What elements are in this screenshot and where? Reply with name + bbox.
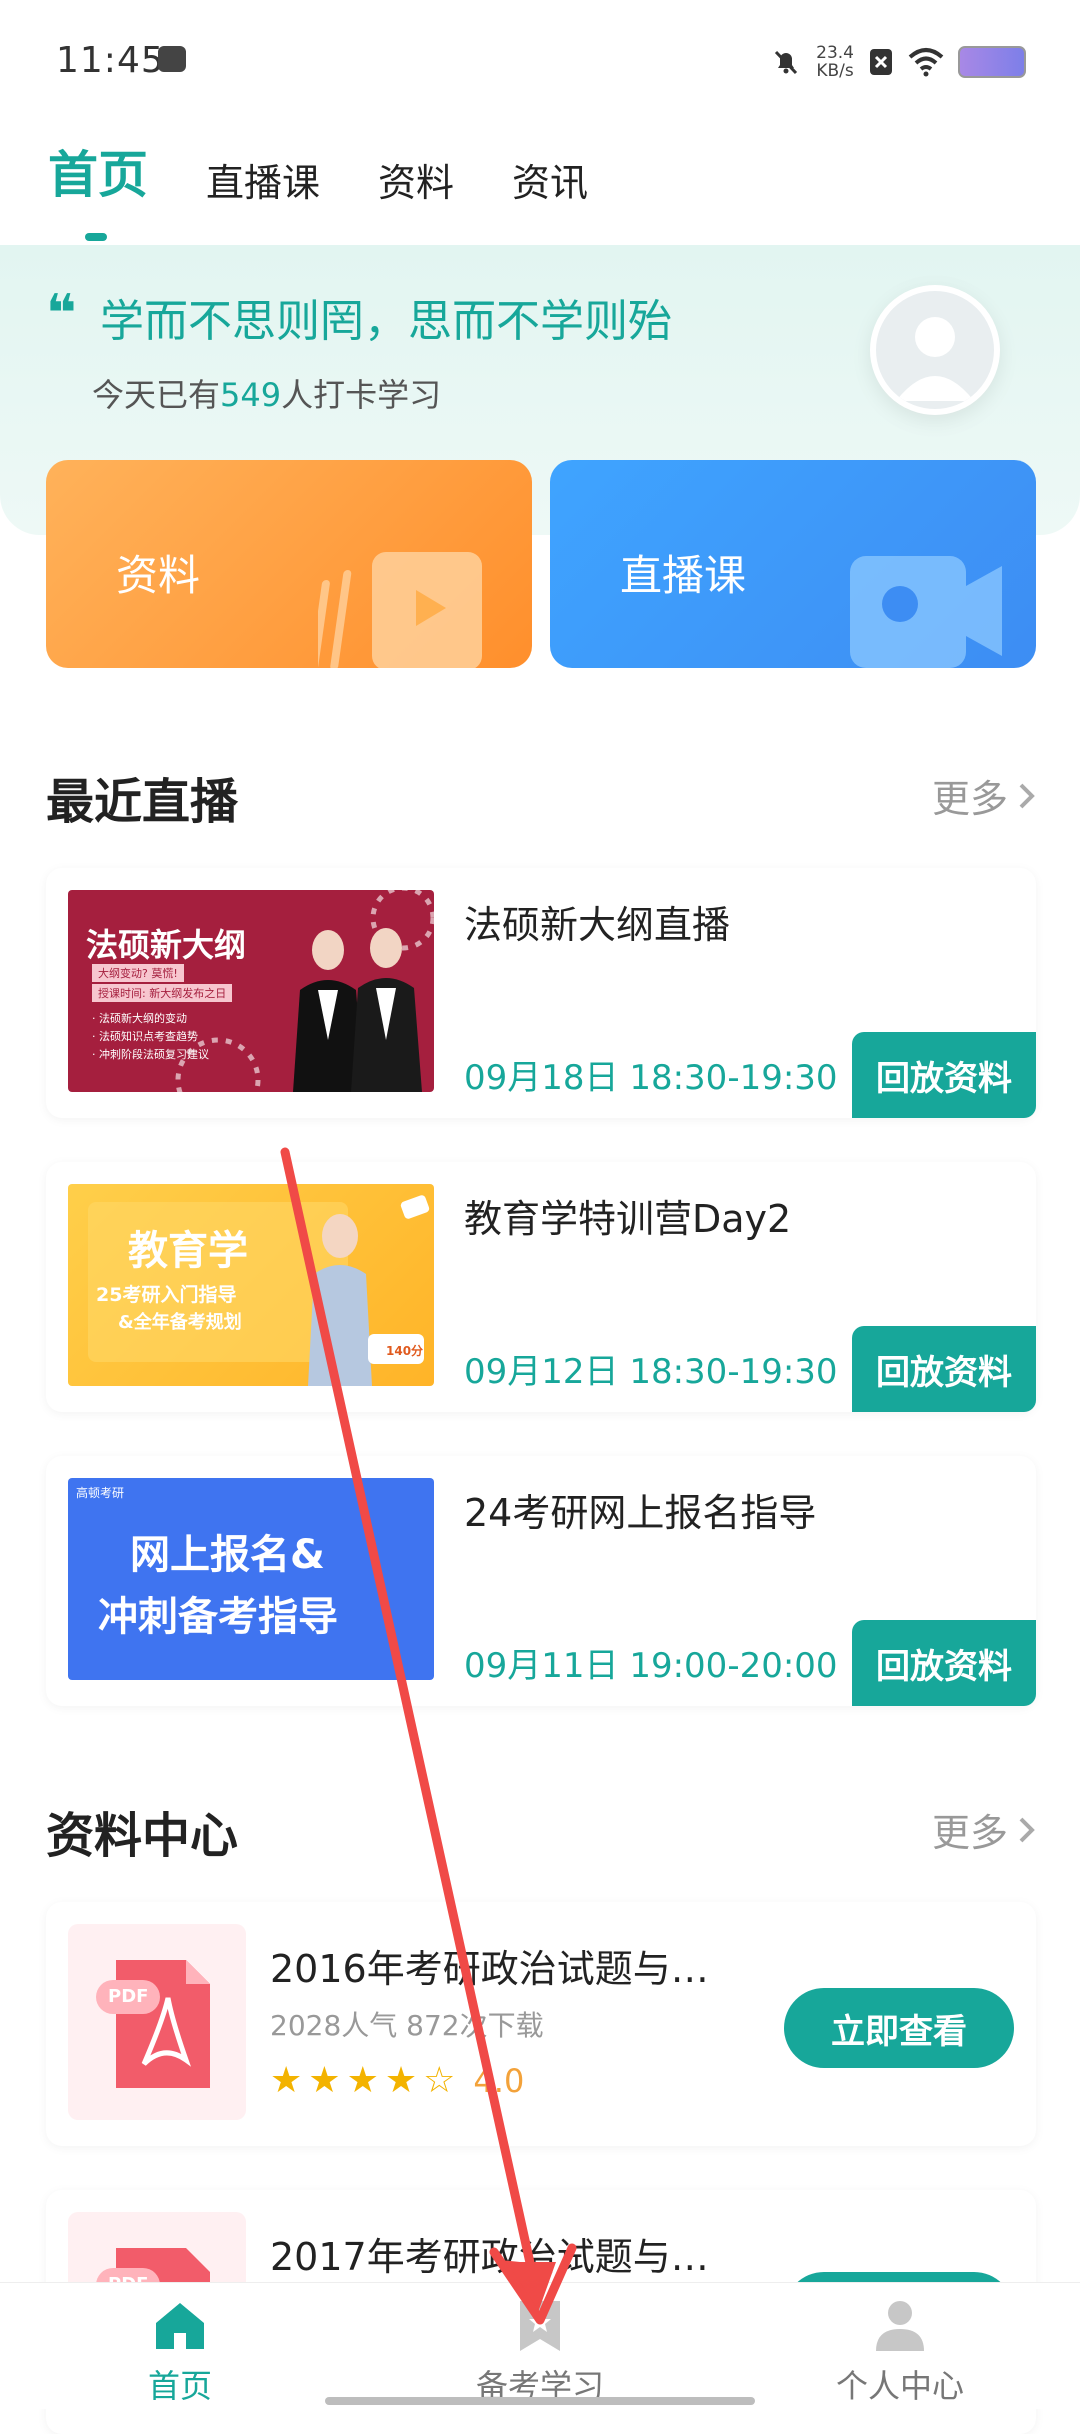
user-avatar[interactable] [870, 285, 1000, 415]
resource-center-more-link[interactable]: 更多 [932, 1802, 1036, 1857]
nav-profile[interactable]: 个人中心 [780, 2283, 1020, 2407]
live-time: 09月12日 18:30-19:30 [464, 1352, 838, 1392]
materials-card-label: 资料 [116, 551, 201, 600]
thumb-line: · 冲刺阶段法硕复习建议 [92, 1048, 209, 1061]
pdf-file-icon [96, 1960, 210, 2088]
pdf-thumbnail: PDF [68, 1924, 246, 2120]
more-label: 更多 [931, 777, 1008, 821]
network-speed: 23.4 KB/s [816, 44, 854, 80]
materials-card[interactable]: 资料 [46, 460, 532, 668]
nav-home-label: 首页 [147, 2367, 212, 2405]
live-thumbnail: 教育学 25考研入门指导 &全年备考规划 140分 [68, 1184, 434, 1386]
star-empty-icon: ☆ [423, 2060, 456, 2101]
thumb-line: 大纲变动? 莫慌! [92, 964, 184, 982]
tab-materials[interactable]: 资料 [378, 152, 454, 207]
live-course-card-label: 直播课 [620, 551, 747, 600]
nav-profile-label: 个人中心 [835, 2367, 964, 2405]
nav-home[interactable]: 首页 [60, 2283, 300, 2407]
bottom-navigation: 首页 备考学习 个人中心 [0, 2282, 1080, 2409]
star-filled-icon: ★ [346, 2060, 379, 2101]
thumb-headline: 网上报名& [130, 1532, 325, 1578]
mute-bell-icon [775, 50, 798, 75]
status-time: 11:45 [56, 40, 165, 81]
resource-title: 2017年考研政治试题与… [270, 2235, 709, 2279]
star-filled-icon: ★ [384, 2060, 418, 2101]
more-label: 更多 [931, 1811, 1008, 1855]
home-indicator [325, 2397, 755, 2405]
checkin-count: 549 [220, 376, 282, 414]
resource-title: 2016年考研政治试题与… [270, 1947, 709, 1991]
live-time: 09月11日 19:00-20:00 [464, 1646, 838, 1686]
live-item[interactable]: 法硕新大纲 大纲变动? 莫慌! 授课时间: 新大纲发布之日 · 法硕新大纲的变动… [46, 868, 1036, 1118]
checkin-suffix: 人打卡学习 [281, 376, 442, 414]
thumb-line: · 法硕知识点考查趋势 [92, 1030, 198, 1043]
speed-value: 23.4 [816, 43, 854, 63]
checkin-prefix: 今天已有 [92, 376, 221, 414]
status-icons: 23.4 KB/s [770, 44, 1026, 80]
thumb-line: 授课时间: 新大纲发布之日 [92, 984, 233, 1002]
motto-quote: 学而不思则罔，思而不学则殆 [100, 296, 672, 347]
tab-live-course[interactable]: 直播课 [206, 152, 320, 207]
replay-materials-button[interactable]: 回放资料 [852, 1032, 1036, 1118]
thumb-line: 高顿考研 [76, 1486, 125, 1500]
live-title: 法硕新大纲直播 [464, 903, 731, 947]
wifi-icon [908, 48, 944, 77]
thumb-line: 冲刺备考指导 [98, 1594, 338, 1640]
resource-meta: 2028人气 872次下载 [270, 2009, 544, 2042]
tab-home[interactable]: 首页 [48, 135, 148, 241]
star-filled-icon: ★ [270, 2060, 303, 2101]
thumb-headline: 法硕新大纲 [86, 926, 247, 964]
video-camera-icon [850, 556, 1002, 668]
rating-stars: ★ ★ ★ ★ ☆ 4.0 [270, 2062, 524, 2100]
recent-live-more-link[interactable]: 更多 [932, 768, 1036, 823]
resource-center-title: 资料中心 [46, 1808, 239, 1864]
replay-materials-button[interactable]: 回放资料 [852, 1326, 1036, 1412]
live-item[interactable]: 教育学 25考研入门指导 &全年备考规划 140分 教育学特训营Day2 09月… [46, 1162, 1036, 1412]
chevron-right-icon [1019, 783, 1035, 808]
view-now-button[interactable]: 立即查看 [784, 1988, 1014, 2068]
thumb-line: · 法硕新大纲的变动 [92, 1012, 187, 1025]
replay-materials-button[interactable]: 回放资料 [852, 1620, 1036, 1706]
home-icon [156, 2303, 204, 2349]
live-title: 教育学特训营Day2 [464, 1197, 792, 1241]
recent-live-title: 最近直播 [46, 774, 239, 830]
resource-item[interactable]: PDF 2016年考研政治试题与… 2028人气 872次下载 ★ ★ ★ ★ … [46, 1902, 1036, 2146]
checkin-count-text: 今天已有549人打卡学习 [92, 370, 441, 416]
live-course-card[interactable]: 直播课 [550, 460, 1036, 668]
live-item[interactable]: 高顿考研 网上报名& 冲刺备考指导 24考研网上报名指导 09月11日 19:0… [46, 1456, 1036, 1706]
bookmark-star-icon [520, 2301, 560, 2351]
no-sim-icon [870, 49, 892, 75]
tab-news[interactable]: 资讯 [512, 152, 588, 207]
live-thumbnail: 法硕新大纲 大纲变动? 莫慌! 授课时间: 新大纲发布之日 · 法硕新大纲的变动… [68, 890, 434, 1092]
quote-icon: ❝ [46, 284, 77, 344]
avatar-person-icon [896, 317, 974, 401]
play-video-icon [318, 552, 482, 668]
thumb-line: &全年备考规划 [118, 1312, 242, 1333]
live-time: 09月18日 18:30-19:30 [464, 1058, 838, 1098]
thumb-line: 140分 [386, 1344, 424, 1358]
speed-unit: KB/s [816, 61, 854, 81]
pdf-label: PDF [108, 1986, 149, 2007]
live-thumbnail: 高顿考研 网上报名& 冲刺备考指导 [68, 1478, 434, 1680]
thumb-line: 25考研入门指导 [96, 1284, 237, 1306]
battery-icon [958, 46, 1026, 78]
star-filled-icon: ★ [308, 2060, 341, 2101]
thumb-headline: 教育学 [128, 1228, 248, 1274]
nav-study-prep[interactable]: 备考学习 [420, 2283, 660, 2407]
person-icon [876, 2301, 924, 2351]
live-title: 24考研网上报名指导 [464, 1491, 817, 1535]
top-tabs: 首页 直播课 资料 资讯 [48, 135, 588, 241]
message-notification-icon [158, 46, 186, 72]
rating-value: 4.0 [473, 2062, 525, 2100]
chevron-right-icon [1019, 1817, 1035, 1842]
